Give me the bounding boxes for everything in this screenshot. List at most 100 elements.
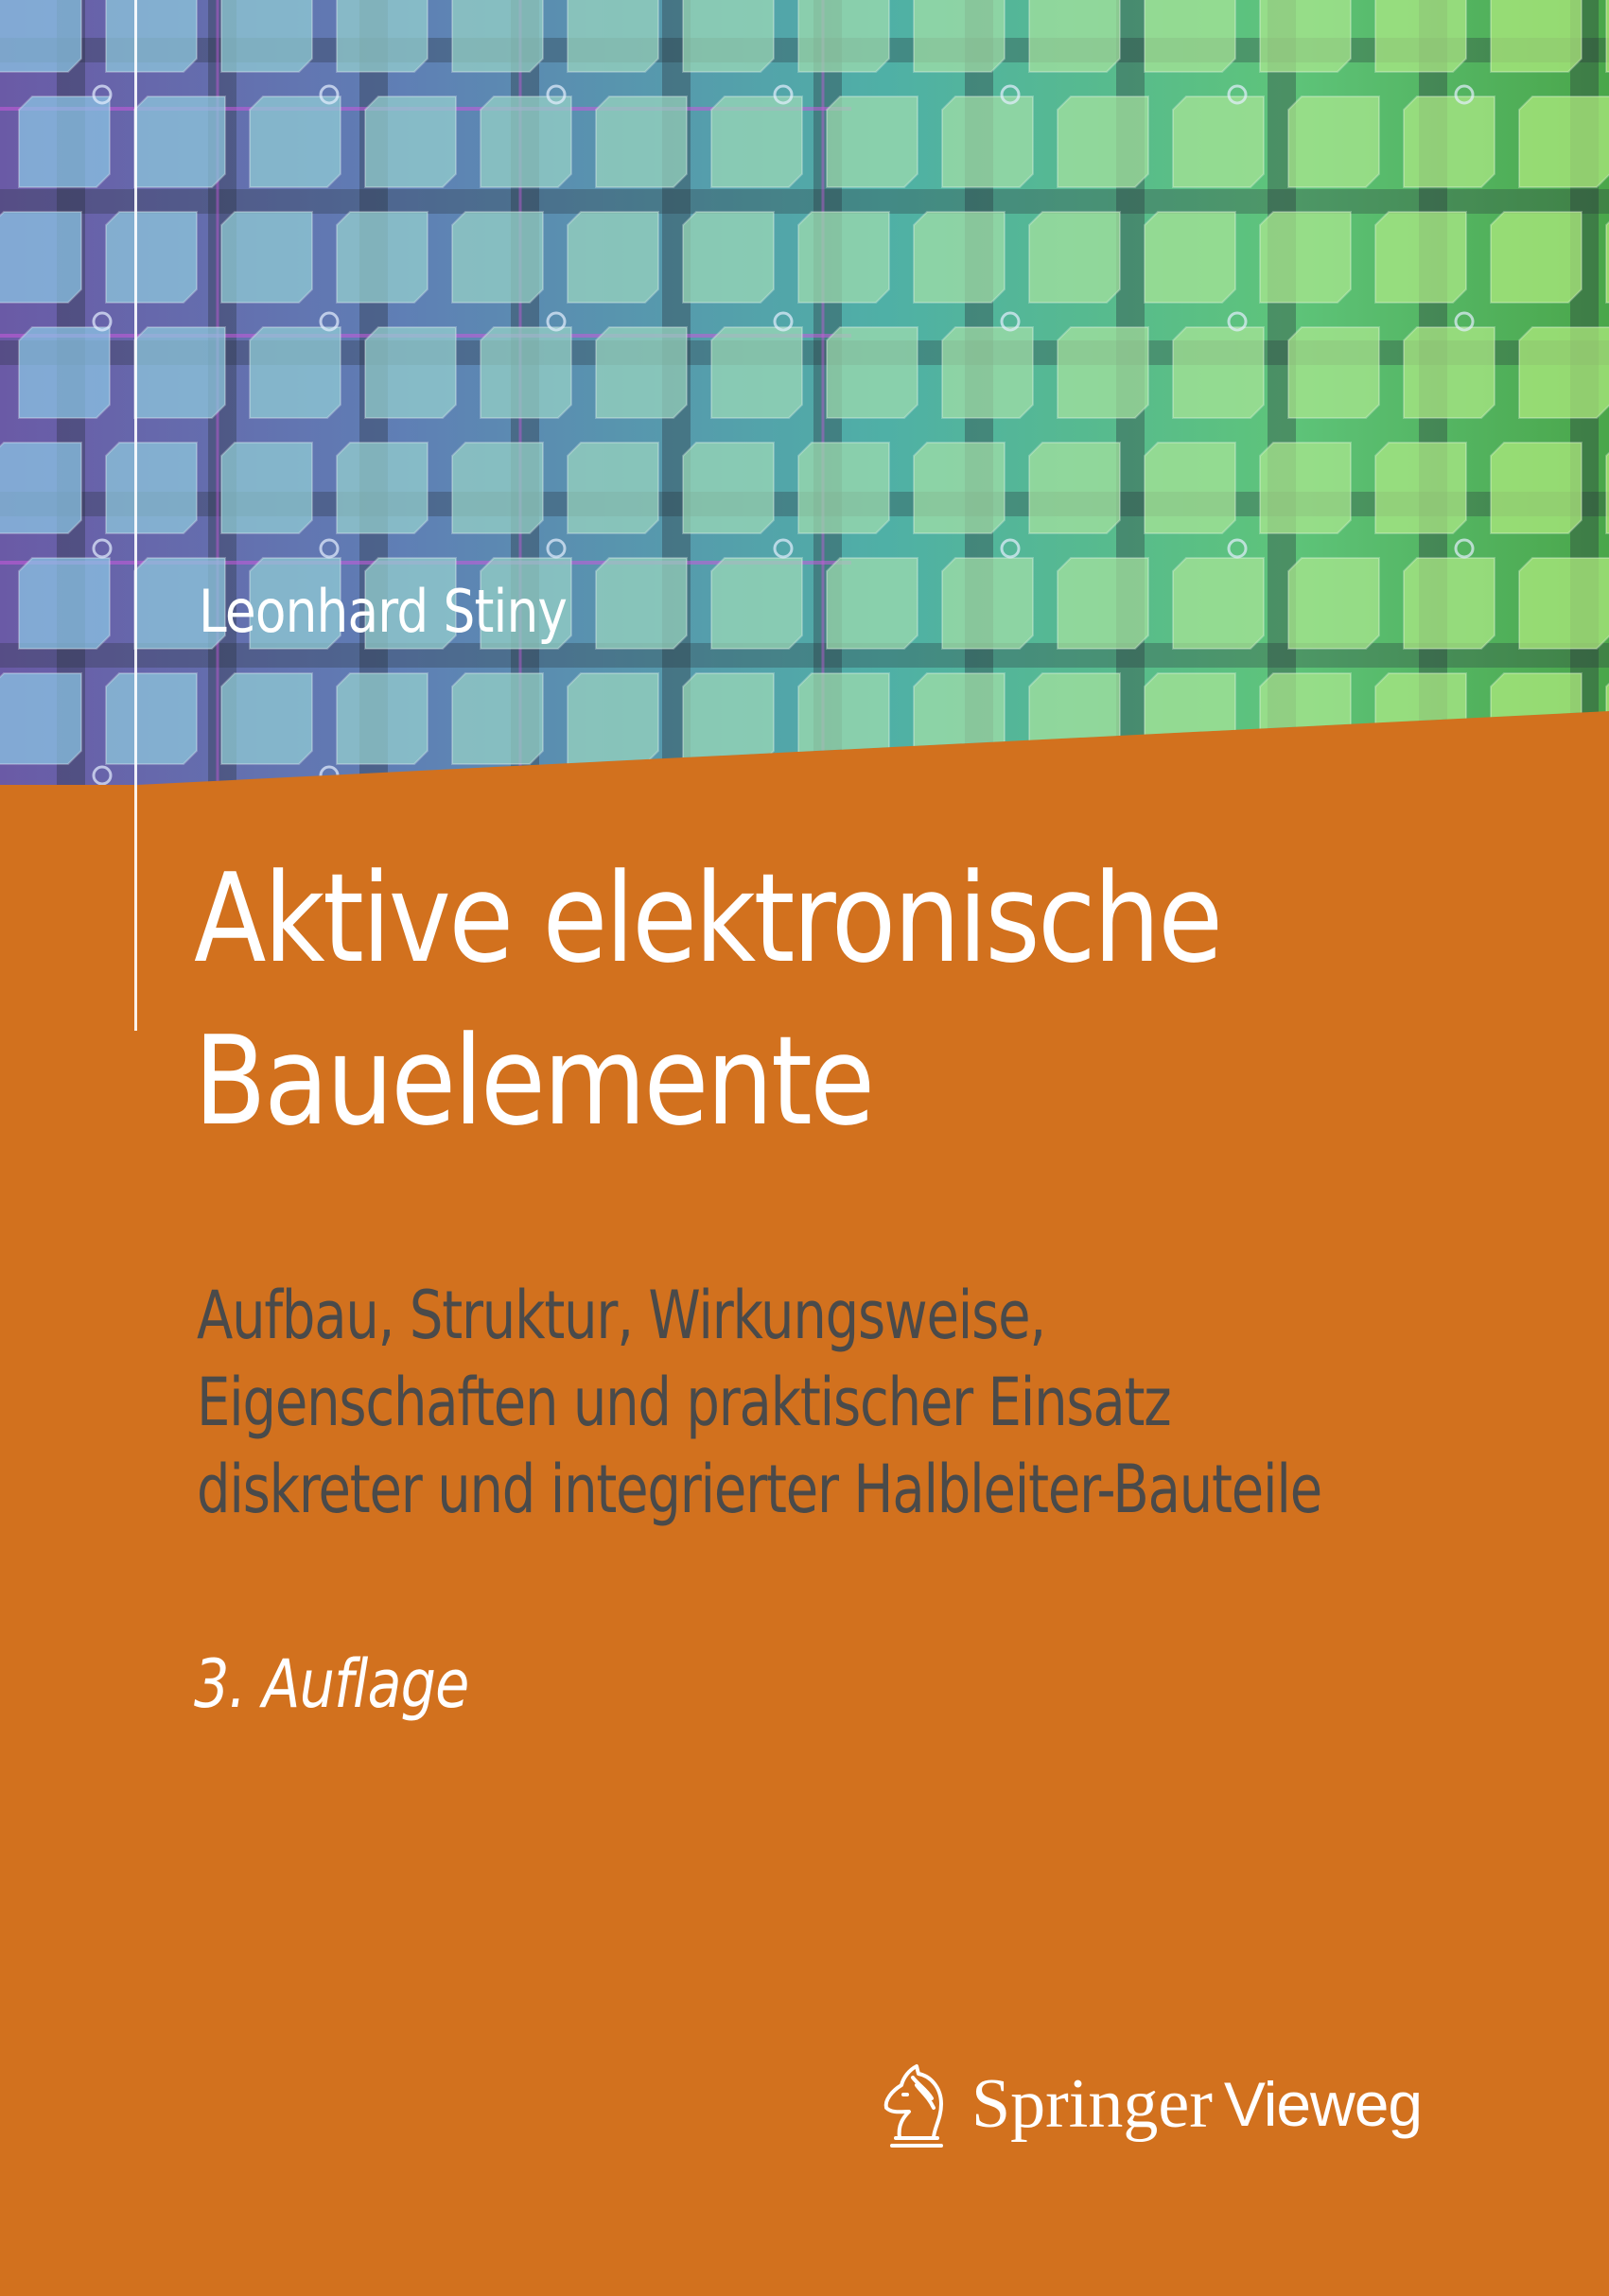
circuit-pad [480,96,572,188]
circuit-pad [1172,96,1265,188]
circuit-pad [451,211,544,304]
circuit-via [92,538,113,559]
circuit-pad [1374,211,1467,304]
circuit-pad [105,442,198,534]
publisher-imprint: Vieweg [1223,2069,1423,2139]
circuit-pad [1490,442,1583,534]
subtitle-line: Aufbau, Struktur, Wirkungsweise, [197,1277,1046,1354]
circuit-pad [1259,211,1352,304]
circuit-pad [1403,96,1495,188]
circuit-pad [18,326,111,419]
circuit-pad [682,442,775,534]
circuit-pad [595,96,688,188]
title-line: Bauelemente [194,1009,875,1153]
circuit-pad [1028,211,1121,304]
circuit-pad [336,672,428,765]
circuit-pad [595,326,688,419]
circuit-pad [0,211,82,304]
book-subtitle: Aufbau, Struktur, Wirkungsweise, Eigensc… [197,1272,1322,1533]
circuit-pad [567,0,659,73]
circuit-pad [1518,326,1609,419]
circuit-pad [1028,442,1121,534]
circuit-pad [1403,326,1495,419]
circuit-pad [220,672,313,765]
circuit-pad [826,326,918,419]
circuit-pad [1518,96,1609,188]
circuit-via [1454,538,1475,559]
circuit-pad [913,211,1006,304]
circuit-pad [336,0,428,73]
circuit-pad [797,211,890,304]
circuit-pad [1490,672,1583,765]
circuit-pad [105,0,198,73]
circuit-pad [451,0,544,73]
circuit-via [319,765,340,785]
circuit-via [546,538,567,559]
circuit-pad [710,557,803,650]
circuit-pad [220,442,313,534]
circuit-pad [480,326,572,419]
circuit-pad [710,96,803,188]
circuit-pad [451,442,544,534]
circuit-pad [567,442,659,534]
margin-line [134,0,137,1031]
circuit-pad [826,96,918,188]
circuit-pad [1490,211,1583,304]
circuit-pad [249,326,341,419]
book-cover: Leonhard Stiny Aktive elektronische Baue… [0,0,1609,2296]
circuit-pad [682,672,775,765]
title-line: Aktive elektronische [194,846,1223,990]
circuit-pad [1374,0,1467,73]
circuit-pad [105,211,198,304]
publisher-logo: Springer Vieweg [875,2057,1423,2151]
circuit-pad [682,211,775,304]
circuit-pad [1518,557,1609,650]
circuit-pad [1144,211,1236,304]
circuit-pad [1028,0,1121,73]
circuit-pad [1144,442,1236,534]
circuit-pad [364,96,457,188]
circuit-via [546,765,567,785]
circuit-pad [913,0,1006,73]
circuit-pad [133,326,226,419]
circuit-pad [220,211,313,304]
circuit-pad [133,96,226,188]
circuit-pad [18,557,111,650]
circuit-pad [595,557,688,650]
subtitle-line: Eigenschaften und praktischer Einsatz [197,1364,1172,1441]
circuit-pad [18,96,111,188]
circuit-pad [451,672,544,765]
circuit-via [1000,765,1021,785]
circuit-pad [941,326,1034,419]
circuit-pad [941,557,1034,650]
circuit-pad [1374,672,1467,765]
circuit-via [1000,538,1021,559]
circuit-via [1454,765,1475,785]
circuit-pad [797,0,890,73]
circuit-via [319,538,340,559]
circuit-pad [913,672,1006,765]
circuit-pad [682,0,775,73]
circuit-pad [336,442,428,534]
circuit-pad [1374,442,1467,534]
circuit-pad [105,672,198,765]
circuit-pad [826,557,918,650]
circuit-pad [1144,672,1236,765]
circuit-pad [1403,557,1495,650]
circuit-pad [0,442,82,534]
circuit-pad [913,442,1006,534]
circuit-pad [1490,0,1583,73]
circuit-pad [567,211,659,304]
circuit-pad [1259,442,1352,534]
circuit-pad [0,0,82,73]
circuit-pad [1057,96,1149,188]
book-title: Aktive elektronische Bauelemente [194,837,1223,1162]
circuit-pad [1028,672,1121,765]
circuit-pad [1259,0,1352,73]
circuit-pad [567,672,659,765]
circuit-pad [941,96,1034,188]
circuit-via [92,765,113,785]
circuit-pad [1057,557,1149,650]
circuit-pad [1259,672,1352,765]
circuit-pad [1287,326,1380,419]
